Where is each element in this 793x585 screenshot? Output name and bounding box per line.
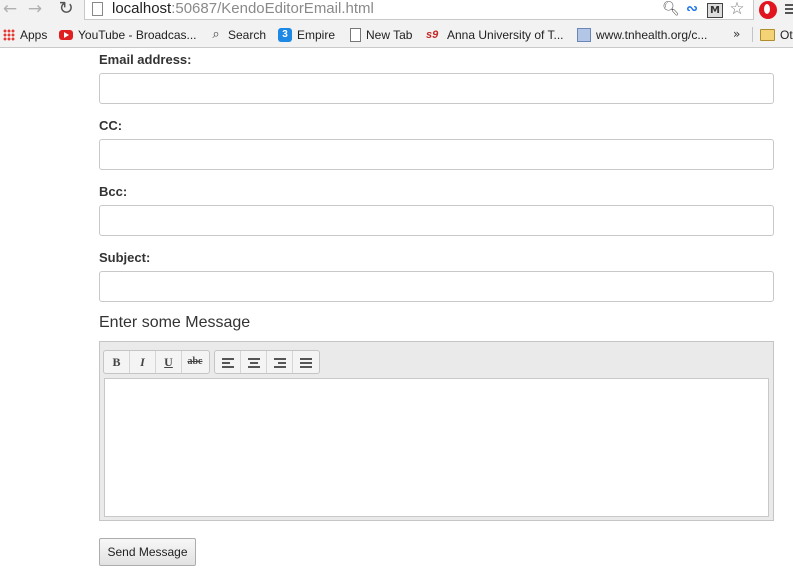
url-host: localhost (112, 0, 172, 17)
editor-toolbar: B I U abc (100, 342, 773, 378)
bookmark-label: New Tab (366, 27, 413, 42)
browser-menu-icon[interactable] (785, 4, 793, 16)
bookmark-search[interactable]: ⌕ Search (209, 22, 266, 47)
address-bar[interactable]: localhost:50687/KendoEditorEmail.html 🔍︎… (84, 0, 754, 20)
cc-label: CC: (99, 118, 123, 133)
youtube-icon (59, 29, 73, 40)
tnhealth-icon (577, 27, 591, 42)
justify-icon (300, 358, 312, 369)
opera-extension-icon[interactable] (759, 1, 777, 19)
align-right-button[interactable] (267, 351, 293, 373)
cc-field[interactable] (99, 139, 774, 170)
bookmark-other[interactable]: Ot (760, 22, 793, 47)
url-text[interactable]: localhost:50687/KendoEditorEmail.html (112, 0, 374, 19)
bookmark-star-icon[interactable]: ☆ (727, 1, 747, 19)
wave-extension-icon[interactable]: ∾ (683, 1, 701, 19)
message-heading: Enter some Message (99, 314, 251, 331)
apps-grid-icon (3, 28, 15, 41)
align-center-icon (247, 358, 260, 369)
bookmark-label: Anna University of T... (447, 27, 564, 42)
bookmark-label: Ot (780, 27, 793, 42)
bookmark-label: YouTube - Broadcas... (78, 27, 197, 42)
bookmark-label: Search (228, 27, 267, 42)
align-left-icon (221, 358, 234, 369)
bookmark-anna-university[interactable]: s9 Anna University of T... (426, 22, 564, 47)
align-right-icon (273, 358, 286, 369)
reload-icon[interactable]: ↻ (56, 0, 76, 20)
subject-label: Subject: (99, 250, 151, 265)
bcc-field[interactable] (99, 205, 774, 236)
alignment-tool-group (214, 350, 320, 374)
justify-button[interactable] (293, 351, 319, 373)
italic-button[interactable]: I (130, 351, 156, 373)
bookmark-label: Empire (297, 27, 336, 42)
page-info-icon[interactable] (92, 2, 103, 16)
search-icon: ⌕ (212, 26, 220, 42)
align-left-button[interactable] (215, 351, 241, 373)
bookmark-tnhealth[interactable]: www.tnhealth.org/c... (577, 22, 707, 47)
bookmark-label: www.tnhealth.org/c... (596, 27, 708, 42)
bookmarks-divider (752, 27, 753, 42)
bold-button[interactable]: B (104, 351, 130, 373)
subject-field[interactable] (99, 271, 774, 302)
message-editor: B I U abc (99, 341, 774, 521)
editor-content-area[interactable] (104, 378, 769, 517)
url-path: :50687/KendoEditorEmail.html (171, 0, 374, 17)
browser-toolbar: ← → ↻ localhost:50687/KendoEditorEmail.h… (0, 0, 793, 22)
text-style-tool-group: B I U abc (103, 350, 210, 374)
folder-icon (760, 28, 775, 41)
s9-icon: s9 (426, 28, 439, 41)
send-message-button[interactable]: Send Message (99, 538, 196, 566)
zoom-icon[interactable]: 🔍︎ (662, 1, 680, 19)
bookmarks-overflow-chevron[interactable]: » (733, 22, 747, 47)
bookmark-youtube[interactable]: YouTube - Broadcas... (59, 22, 197, 47)
forward-arrow-icon[interactable]: → (27, 0, 43, 20)
email-label: Email address: (99, 52, 192, 67)
m-extension-icon[interactable]: M (707, 3, 723, 18)
bookmark-label: Apps (20, 27, 48, 42)
back-arrow-icon[interactable]: ← (2, 0, 18, 20)
bookmark-apps[interactable]: Apps (3, 22, 47, 47)
empire-icon: 3 (278, 27, 292, 42)
align-center-button[interactable] (241, 351, 267, 373)
email-field[interactable] (99, 73, 774, 104)
bookmarks-bar: Apps YouTube - Broadcas... ⌕ Search 3 Em… (0, 22, 793, 48)
bookmark-new-tab[interactable]: New Tab (350, 22, 412, 47)
underline-button[interactable]: U (156, 351, 182, 373)
bcc-label: Bcc: (99, 184, 128, 199)
strikethrough-button[interactable]: abc (182, 351, 208, 373)
bookmark-empire[interactable]: 3 Empire (278, 22, 335, 47)
page-icon (350, 27, 361, 42)
